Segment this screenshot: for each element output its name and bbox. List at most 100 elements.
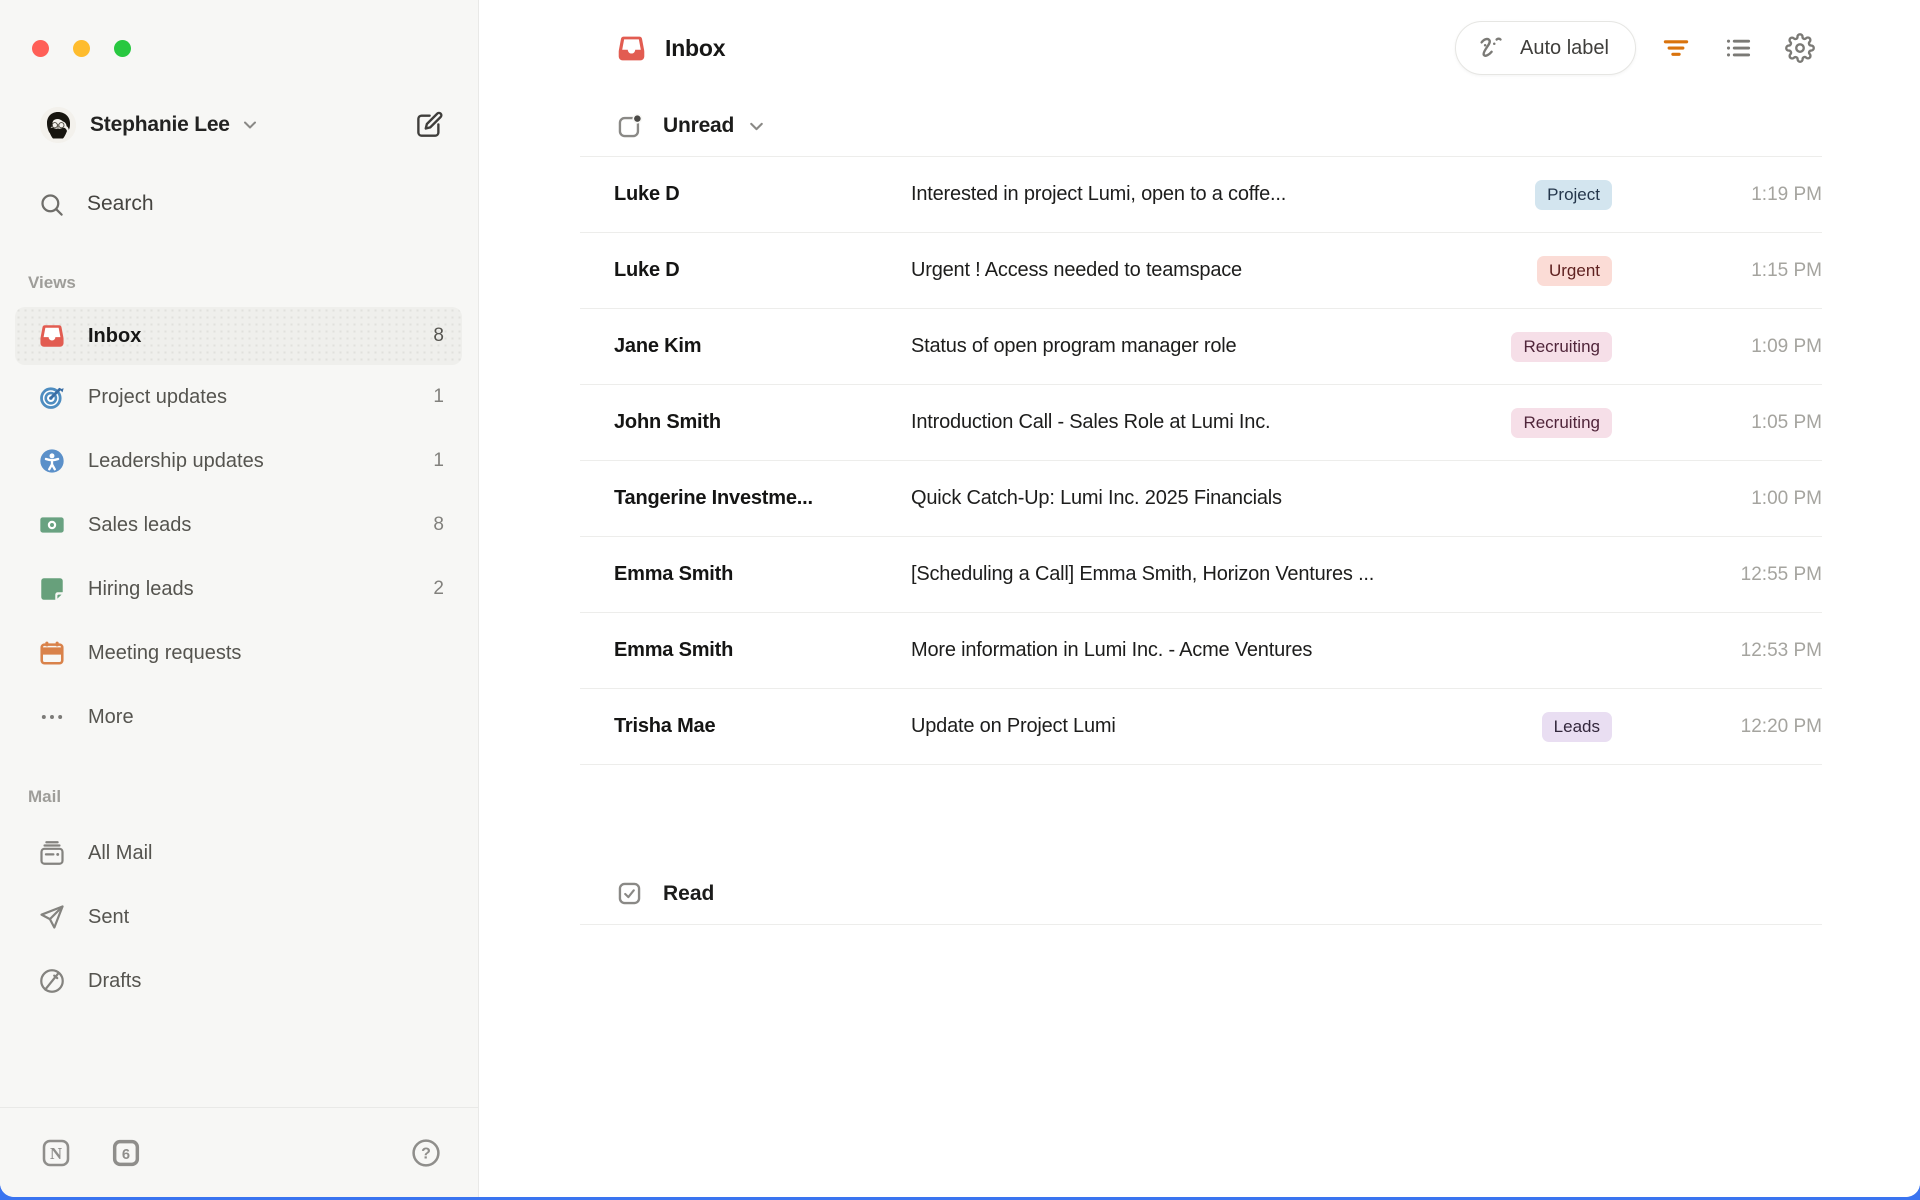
label-badge[interactable]: Project [1535,179,1612,210]
unread-group-header[interactable]: Unread [580,96,1822,157]
ellipsis-icon [38,703,66,731]
email-subject: Update on Project Lumi [911,715,1116,737]
calendar-app-icon[interactable]: 6 [110,1137,142,1169]
read-group-header[interactable]: Read [580,863,1822,925]
page-title: Inbox [665,34,726,61]
read-checkbox-icon [616,880,643,907]
sidebar-item-sales-leads[interactable]: Sales leads 8 [0,493,478,557]
email-subject: [Scheduling a Call] Emma Smith, Horizon … [911,563,1375,585]
sidebar-item-label: Drafts [88,969,142,992]
sidebar-item-drafts[interactable]: Drafts [0,949,478,1013]
help-icon[interactable]: ? [410,1137,442,1169]
sidebar-item-label: Project updates [88,385,227,408]
mail-section-label: Mail [28,787,62,806]
unread-count: 2 [433,578,444,599]
list-view-icon[interactable] [1716,26,1760,70]
sidebar-item-more[interactable]: More [0,685,478,749]
email-list: Unread Luke D Interested in project Lumi… [479,96,1920,1197]
traffic-lights [0,0,478,57]
sidebar-item-label: Hiring leads [88,577,194,600]
svg-text:N: N [50,1143,62,1162]
svg-text:?: ? [421,1145,431,1162]
email-subject: Interested in project Lumi, open to a co… [911,183,1287,205]
paper-plane-icon [38,903,66,931]
email-row[interactable]: Emma Smith [Scheduling a Call] Emma Smit… [580,537,1822,613]
email-time: 12:53 PM [1740,639,1822,661]
group-label: Unread [663,114,735,137]
auto-label-icon [1476,33,1506,63]
unread-count: 8 [433,514,444,535]
email-subject: Status of open program manager role [911,335,1237,357]
archive-icon [38,839,66,867]
unread-status-icon [616,113,643,140]
account-switcher[interactable]: Stephanie Lee [0,107,478,143]
sidebar-item-label: All Mail [88,841,153,864]
sidebar-item-inbox[interactable]: Inbox 8 [15,307,462,365]
sidebar-item-sent[interactable]: Sent [0,885,478,949]
email-row[interactable]: Trisha Mae Update on Project Lumi Leads … [580,689,1822,765]
inbox-icon [616,33,647,64]
email-sender: Luke D [614,259,680,281]
sidebar-item-project-updates[interactable]: Project updates 1 [0,365,478,429]
sidebar: Stephanie Lee Search Views Inbox 8 Proje… [0,0,479,1197]
email-time: 12:20 PM [1740,715,1822,737]
pencil-circle-icon [38,967,66,995]
auto-label-label: Auto label [1520,36,1609,59]
label-badge[interactable]: Recruiting [1511,331,1612,362]
auto-label-button[interactable]: Auto label [1455,21,1636,75]
email-sender: Trisha Mae [614,715,716,737]
calendar-icon [38,639,66,667]
mail-nav: All Mail Sent Drafts [0,821,478,1013]
email-row[interactable]: Luke D Interested in project Lumi, open … [580,157,1822,233]
email-time: 12:55 PM [1740,563,1822,585]
compose-icon[interactable] [414,110,444,140]
chevron-down-icon [746,116,767,137]
svg-text:6: 6 [122,1147,130,1163]
sidebar-footer: N 6 ? [0,1107,478,1197]
zoom-button[interactable] [114,40,131,57]
sidebar-item-label: Sales leads [88,513,192,536]
group-label: Read [663,881,715,905]
search-button[interactable]: Search [0,185,478,223]
email-row[interactable]: Emma Smith More information in Lumi Inc.… [580,613,1822,689]
minimize-button[interactable] [73,40,90,57]
money-icon [38,511,66,539]
close-button[interactable] [32,40,49,57]
filter-icon[interactable] [1654,26,1698,70]
notion-logo-icon[interactable]: N [40,1137,72,1169]
settings-gear-icon[interactable] [1778,26,1822,70]
label-badge[interactable]: Leads [1541,711,1612,742]
email-sender: Emma Smith [614,639,734,661]
email-time: 1:00 PM [1751,487,1822,509]
email-row[interactable]: John Smith Introduction Call - Sales Rol… [580,385,1822,461]
sidebar-item-meeting-requests[interactable]: Meeting requests [0,621,478,685]
unread-count: 1 [433,386,444,407]
main-header: Inbox Auto label [479,0,1920,96]
email-sender: Emma Smith [614,563,734,585]
label-badge[interactable]: Urgent [1536,255,1612,286]
email-sender: Jane Kim [614,335,702,357]
sidebar-item-label: More [88,705,134,728]
email-time: 1:15 PM [1751,259,1822,281]
views-section-label: Views [28,273,76,292]
email-row[interactable]: Jane Kim Status of open program manager … [580,309,1822,385]
views-nav: Inbox 8 Project updates 1 Leadership upd… [0,307,478,749]
sidebar-item-all-mail[interactable]: All Mail [0,821,478,885]
label-badge[interactable]: Recruiting [1511,407,1612,438]
email-row[interactable]: Luke D Urgent ! Access needed to teamspa… [580,233,1822,309]
email-subject: Quick Catch-Up: Lumi Inc. 2025 Financial… [911,487,1282,509]
note-icon [38,575,66,603]
sidebar-item-hiring-leads[interactable]: Hiring leads 2 [0,557,478,621]
target-icon [38,383,66,411]
unread-count: 8 [433,325,444,346]
account-name: Stephanie Lee [90,113,230,136]
sidebar-item-label: Meeting requests [88,641,242,664]
email-time: 1:19 PM [1751,183,1822,205]
email-row[interactable]: Tangerine Investme... Quick Catch-Up: Lu… [580,461,1822,537]
email-sender: Tangerine Investme... [614,487,813,509]
email-sender: John Smith [614,411,721,433]
email-sender: Luke D [614,183,680,205]
unread-count: 1 [433,450,444,471]
sidebar-item-leadership-updates[interactable]: Leadership updates 1 [0,429,478,493]
main-panel: Inbox Auto label Unread Luke D Intereste… [479,0,1920,1197]
